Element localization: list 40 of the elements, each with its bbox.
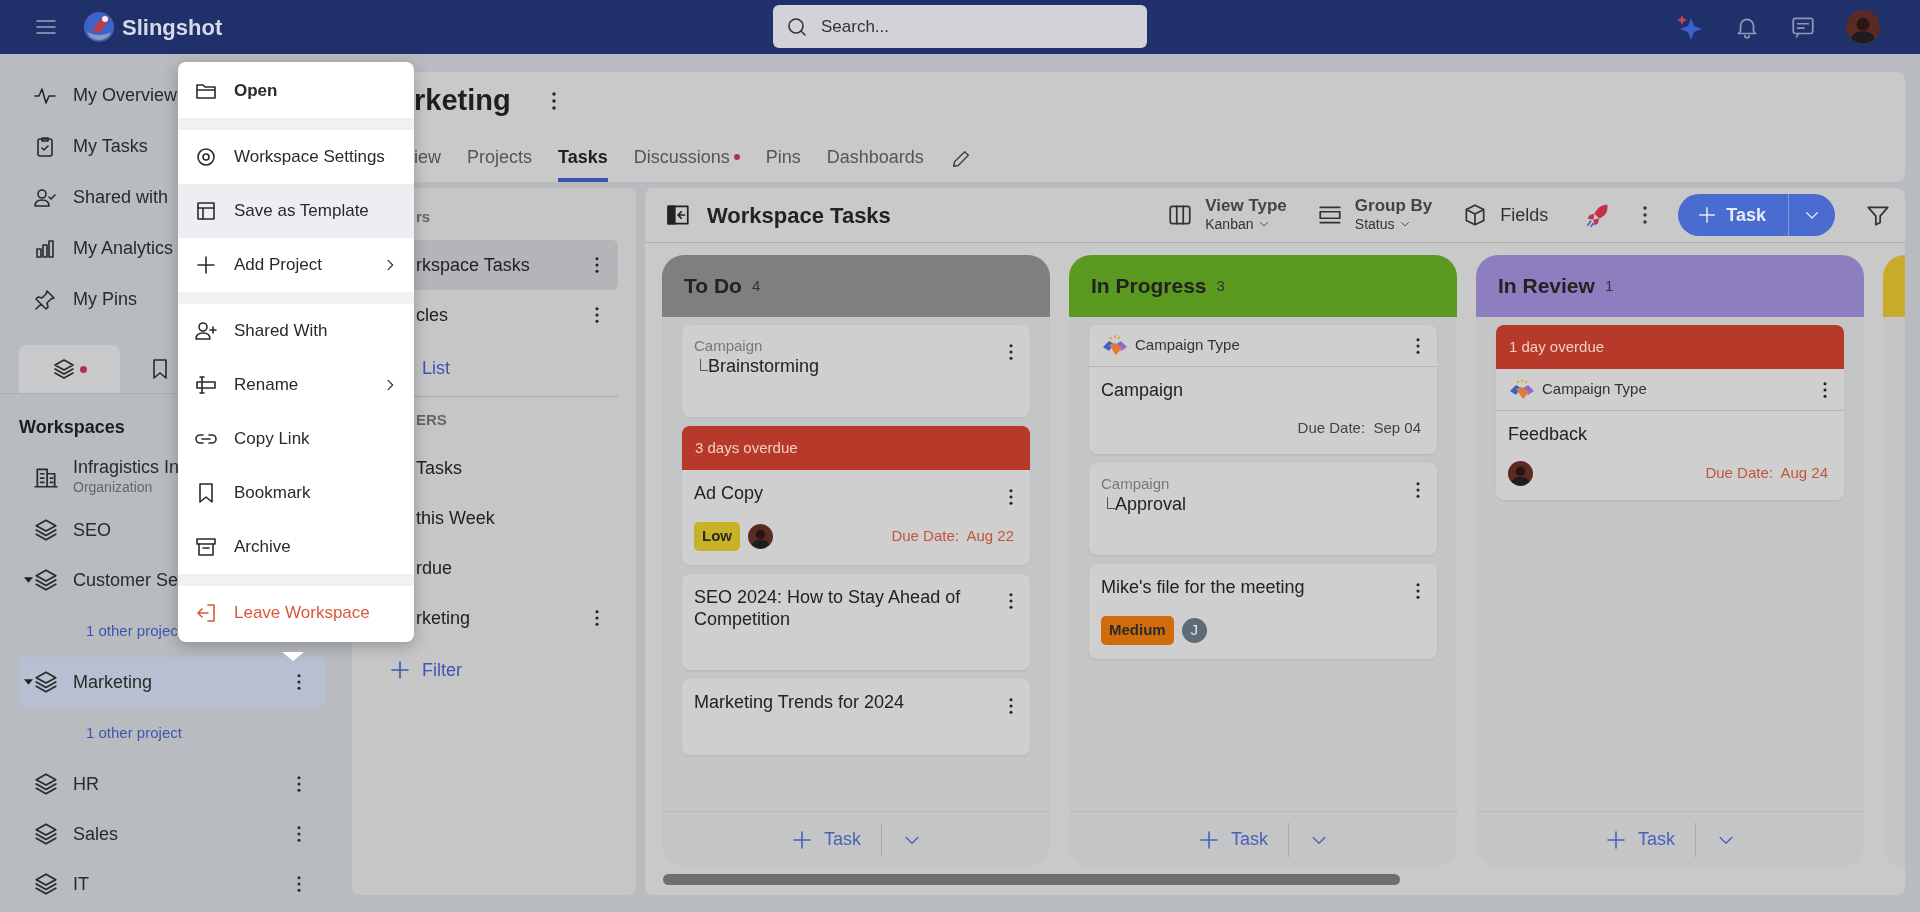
task-title: Brainstorming [708, 355, 820, 377]
workspace-subtitle: Organization [73, 477, 154, 497]
due-date: Due Date: Sep 04 [1297, 418, 1421, 438]
column-title: To Do [684, 273, 742, 300]
avatar: J [1181, 617, 1207, 643]
due-date: Due Date: Aug 22 [891, 526, 1014, 547]
section-heading: ERS [416, 409, 447, 430]
task-type: Campaign Type [1542, 379, 1647, 400]
column-title: In Progress [1091, 273, 1207, 300]
workspace-name: IT [73, 874, 89, 894]
section-heading: rs [416, 206, 431, 227]
workspace-name: SEO [73, 520, 111, 540]
task-title: SEO 2024: How to Stay Ahead of Competition [694, 586, 962, 630]
task-count: 1 [1604, 275, 1614, 296]
board-title: Workspace Tasks [707, 201, 891, 230]
workspace-name: HR [73, 774, 99, 794]
task-title: Campaign [1101, 379, 1184, 401]
task-count: 3 [1216, 275, 1225, 296]
workspace-name: Customer Se [73, 570, 179, 590]
overdue-label: 3 days overdue [695, 437, 798, 458]
task-type: Campaign Type [1135, 335, 1240, 356]
parent-task: Campaign [694, 337, 764, 355]
overdue-label: 1 day overdue [1509, 336, 1605, 357]
priority-tag: Low [694, 522, 740, 551]
priority-tag: Medium [1101, 615, 1174, 645]
workspace-name: Sales [73, 824, 119, 844]
app-name: Slingshot [122, 13, 223, 42]
task-title: Feedback [1508, 423, 1588, 445]
section-heading: Workspaces [19, 416, 125, 439]
task-title: Marketing Trends for 2024 [694, 691, 905, 713]
task-title: Ad Copy [694, 482, 764, 504]
parent-task: Campaign [1101, 474, 1171, 493]
column-title: In Review [1498, 273, 1595, 300]
workspace-title: rketing [414, 83, 511, 119]
task-title: Mike's file for the meeting [1101, 575, 1305, 598]
workspace-name: Marketing [73, 672, 153, 692]
task-count: 4 [751, 275, 761, 296]
due-date: Due Date: Aug 24 [1705, 463, 1828, 484]
workspace-name: Infragistics In [73, 456, 180, 477]
task-title: Approval [1115, 492, 1187, 515]
